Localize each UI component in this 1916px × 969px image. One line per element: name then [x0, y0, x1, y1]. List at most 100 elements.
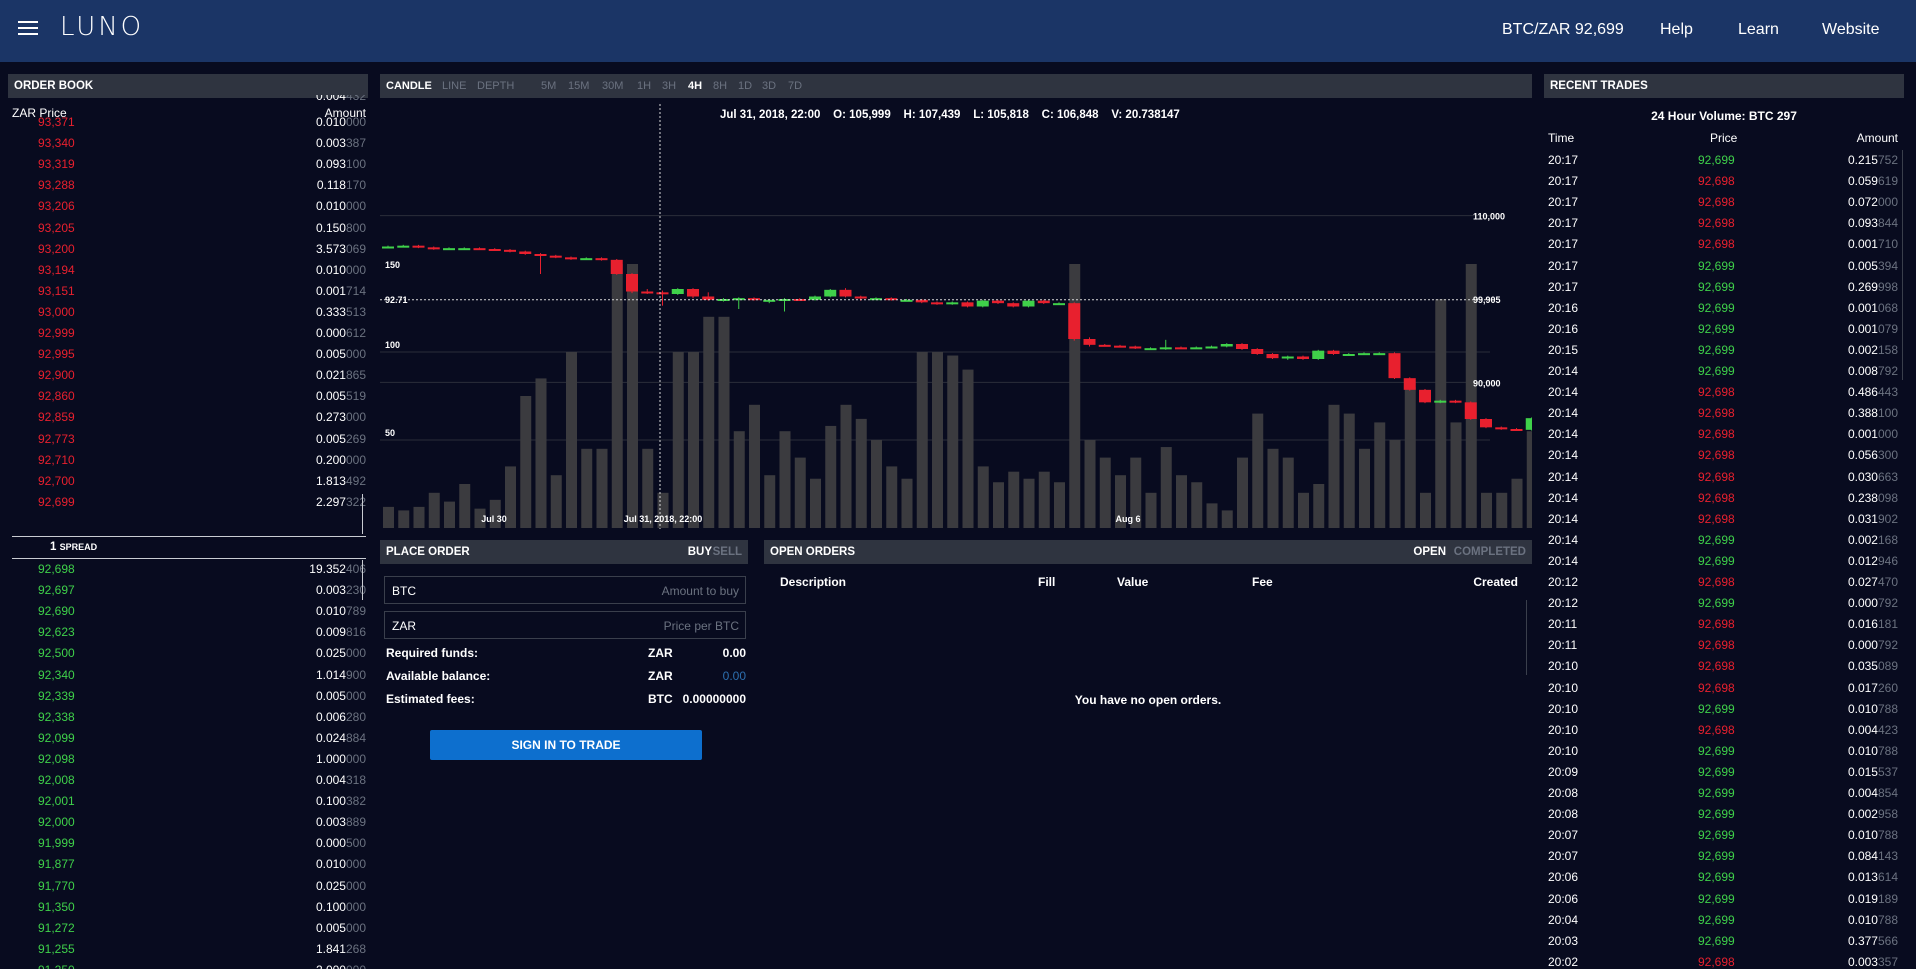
ask-price: 93,319 [38, 157, 75, 172]
bid-amount: 0.004318 [315, 773, 366, 787]
ask-row[interactable]: 92,860 0.005519 [12, 386, 366, 407]
ticker-link[interactable]: BTC/ZAR 92,699 [1502, 21, 1624, 39]
trade-price: 92,699 [1698, 321, 1735, 336]
ask-row[interactable]: 92,995 0.005000 [12, 344, 366, 365]
volume-bar [611, 264, 623, 528]
trade-price: 92,699 [1698, 279, 1735, 294]
luno-logo[interactable]: LUNO [60, 12, 144, 42]
trade-row: 20:17 92,698 0.072000 [1548, 192, 1904, 213]
bid-amount: 0.025000 [315, 646, 366, 661]
trade-price: 92,699 [1698, 258, 1735, 273]
trade-amount: 0.005394 [1847, 258, 1898, 273]
trades-time-header: Time [1548, 131, 1575, 145]
ask-amount: 0.010000 [315, 199, 366, 214]
current-volume-marker: 92.71 [385, 295, 408, 305]
bid-amount: 0.024884 [315, 730, 366, 745]
bid-row[interactable]: 92,698 19.352406 [12, 559, 366, 580]
trade-row: 20:15 92,699 0.002158 [1548, 340, 1904, 361]
tab-open[interactable]: OPEN [1413, 540, 1446, 564]
order-book-scrollbar-bottom[interactable] [362, 560, 363, 600]
sell-tab[interactable]: SELL [713, 540, 742, 564]
ask-row[interactable]: 92,699 2.297322 [12, 492, 366, 513]
ask-row[interactable]: 92,700 1.813492 [12, 471, 366, 492]
bid-row[interactable]: 91,255 1.841268 [12, 939, 366, 960]
ask-row[interactable]: 92,900 0.021865 [12, 365, 366, 386]
volume-bar [1252, 413, 1264, 528]
volume-bar [779, 431, 791, 528]
trade-row: 20:09 92,699 0.015537 [1548, 762, 1904, 783]
trade-price: 92,699 [1698, 364, 1735, 378]
ask-row[interactable]: 93,151 0.001714 [12, 281, 366, 302]
tab-completed[interactable]: COMPLETED [1454, 540, 1526, 564]
bid-row[interactable]: 91,770 0.025000 [12, 876, 366, 897]
ask-amount: 0.118170 [316, 178, 366, 193]
scrollbar[interactable] [1526, 600, 1527, 675]
trade-row: 20:03 92,699 0.377566 [1548, 931, 1904, 952]
trade-row: 20:14 92,699 0.002168 [1548, 530, 1904, 551]
ask-price: 93,205 [38, 220, 75, 235]
bid-amount: 0.025000 [315, 878, 366, 893]
trade-time: 20:02 [1548, 954, 1579, 969]
trade-price: 92,698 [1698, 722, 1735, 737]
trade-price: 92,699 [1698, 342, 1735, 357]
nav-website[interactable]: Website [1822, 21, 1880, 39]
order-book-scrollbar-top[interactable] [362, 494, 363, 534]
bid-row[interactable]: 92,338 0.006280 [12, 707, 366, 728]
ask-row[interactable]: 92,773 0.005269 [12, 429, 366, 450]
btc-amount-field[interactable]: BTC Amount to buy [384, 576, 746, 604]
bid-row[interactable]: 92,500 0.025000 [12, 643, 366, 664]
nav-learn[interactable]: Learn [1738, 21, 1779, 39]
candlestick-chart[interactable]: 150 100 50 92.71 110,000 99,905 90,000 Jul 30 Ju… [380, 74, 1532, 530]
bid-row[interactable]: 92,098 1.000000 [12, 749, 366, 770]
ask-row[interactable]: 93,200 3.573069 [12, 239, 366, 260]
ask-row[interactable]: 92,999 0.000612 [12, 323, 366, 344]
bid-row[interactable]: 92,697 0.003230 [12, 580, 366, 601]
candle-body [1495, 427, 1508, 430]
ask-row[interactable]: 93,340 0.003387 [12, 133, 366, 154]
bid-price: 92,500 [38, 646, 75, 661]
candle-body [656, 292, 669, 295]
bid-row[interactable]: 92,339 0.005000 [12, 686, 366, 707]
bid-row[interactable]: 91,877 0.010000 [12, 854, 366, 875]
trade-price: 92,698 [1698, 195, 1735, 210]
trade-amount: 0.056300 [1847, 448, 1898, 463]
buy-tab[interactable]: BUY [688, 540, 712, 564]
ask-price: 92,699 [38, 494, 75, 509]
bid-row[interactable]: 91,250 2.000000 [12, 960, 366, 969]
ask-row[interactable]: 93,205 0.150800 [12, 218, 366, 239]
volume-bar [947, 355, 959, 528]
bid-row[interactable]: 92,690 0.010789 [12, 601, 366, 622]
ask-row[interactable]: 92,710 0.200000 [12, 450, 366, 471]
sign-in-to-trade-button[interactable]: SIGN IN TO TRADE [430, 730, 702, 760]
nav-help[interactable]: Help [1660, 21, 1693, 39]
ask-row[interactable]: 93,194 0.010000 [12, 260, 366, 281]
ask-row[interactable]: 93,288 0.118170 [12, 175, 366, 196]
ask-row[interactable]: 93,206 0.010000 [12, 196, 366, 217]
trade-amount: 0.013614 [1847, 870, 1898, 885]
bid-row[interactable]: 92,001 0.100382 [12, 791, 366, 812]
candle-body [732, 298, 745, 301]
ask-row[interactable]: 93,319 0.093100 [12, 154, 366, 175]
bid-row[interactable]: 91,999 0.000500 [12, 833, 366, 854]
bid-amount: 0.010789 [315, 604, 366, 619]
place-order-title: PLACE ORDER [386, 546, 470, 558]
bid-row[interactable]: 92,099 0.024884 [12, 728, 366, 749]
trade-time: 20:10 [1548, 659, 1579, 674]
ask-row[interactable]: 93,371 0.010000 [12, 112, 366, 133]
ask-row[interactable]: 93,000 0.333513 [12, 302, 366, 323]
ask-amount: 0.200000 [315, 452, 366, 467]
bid-row[interactable]: 91,350 0.100000 [12, 897, 366, 918]
bid-row[interactable]: 91,272 0.005000 [12, 918, 366, 939]
bid-row[interactable]: 92,008 0.004318 [12, 770, 366, 791]
candle-body [1190, 347, 1203, 350]
menu-icon[interactable] [18, 21, 38, 37]
bid-row[interactable]: 92,000 0.003889 [12, 812, 366, 833]
ask-row[interactable]: 92,859 0.273000 [12, 407, 366, 428]
candle-body [641, 291, 654, 294]
bid-row[interactable]: 92,623 0.009816 [12, 622, 366, 643]
trade-price: 92,698 [1698, 575, 1735, 589]
zar-price-field[interactable]: ZAR Price per BTC [384, 611, 746, 639]
candle-body [1236, 344, 1248, 349]
ask-price: 92,900 [38, 368, 75, 383]
bid-row[interactable]: 92,340 1.014900 [12, 665, 366, 686]
